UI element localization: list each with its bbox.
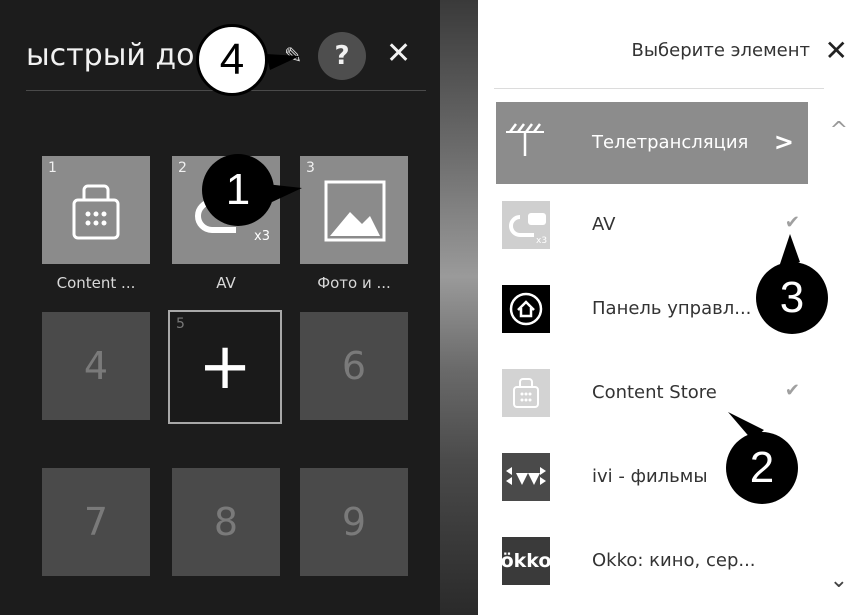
svg-text:x3: x3 — [536, 236, 547, 246]
panel-title: ыстрый до — [26, 38, 195, 73]
close-button[interactable]: ✕ — [386, 36, 411, 71]
add-tile-button[interactable]: 5 + — [168, 310, 282, 424]
ivi-logo-icon — [502, 453, 550, 501]
list-item-broadcast[interactable]: Телетрансляция > — [496, 102, 808, 184]
check-icon: ✔ — [784, 212, 800, 233]
quick-tile-6[interactable]: 6 — [300, 312, 408, 420]
tile-number: 9 — [341, 500, 367, 544]
tile-number: 4 — [83, 344, 109, 388]
quick-tile-8[interactable]: 8 — [172, 468, 280, 576]
list-item-okko[interactable]: ökko Okko: кино, сер... — [496, 528, 808, 594]
callout-3: 3 — [756, 262, 828, 334]
callout-2: 2 — [726, 432, 798, 504]
callout-4: 4 — [196, 24, 268, 96]
list-item-av[interactable]: x3 AV ✔ — [496, 192, 808, 258]
help-button[interactable]: ? — [318, 32, 366, 80]
close-button[interactable]: ✕ — [825, 34, 848, 67]
tile-number: 6 — [341, 344, 367, 388]
quick-tile-4[interactable]: 4 — [42, 312, 150, 420]
quick-tile-7[interactable]: 7 — [42, 468, 150, 576]
list-item-content-store[interactable]: Content Store ✔ — [496, 360, 808, 426]
shopping-bag-icon — [502, 369, 550, 417]
quick-tile-1[interactable]: 1 — [42, 156, 150, 264]
item-label: ivi - фильмы — [592, 466, 708, 487]
chevron-right-icon: > — [773, 128, 794, 156]
item-label: Content Store — [592, 382, 717, 403]
panel-title: Выберите элемент — [631, 40, 810, 61]
tile-label: Content ... — [56, 274, 136, 292]
tile-number: 8 — [213, 500, 239, 544]
pencil-icon[interactable]: ✎ — [284, 44, 302, 69]
callout-1: 1 — [202, 154, 274, 226]
okko-logo-icon: ökko — [500, 537, 552, 585]
item-label: Телетрансляция — [592, 132, 749, 153]
av-plug-icon: x3 — [502, 201, 550, 249]
background-scenery — [440, 0, 480, 615]
photo-icon — [324, 180, 386, 242]
svg-text:x3: x3 — [254, 229, 270, 244]
item-label: Панель управл... — [592, 298, 752, 319]
divider — [494, 88, 824, 89]
item-label: AV — [592, 214, 616, 235]
shopping-bag-icon — [72, 184, 120, 240]
home-dashboard-icon — [502, 285, 550, 333]
quick-tile-9[interactable]: 9 — [300, 468, 408, 576]
scroll-up-icon[interactable]: ^ — [830, 118, 848, 143]
scroll-down-icon[interactable]: ⌄ — [830, 568, 848, 593]
antenna-icon — [502, 118, 550, 166]
plus-icon: + — [198, 330, 252, 404]
check-icon: ✔ — [784, 380, 800, 401]
tile-label: AV — [216, 274, 236, 292]
okko-logo-text: ökko — [500, 550, 552, 572]
quick-tile-3[interactable]: 3 — [300, 156, 408, 264]
tile-label: Фото и ... — [317, 274, 391, 292]
item-label: Okko: кино, сер... — [592, 550, 756, 571]
tile-number: 7 — [83, 500, 109, 544]
